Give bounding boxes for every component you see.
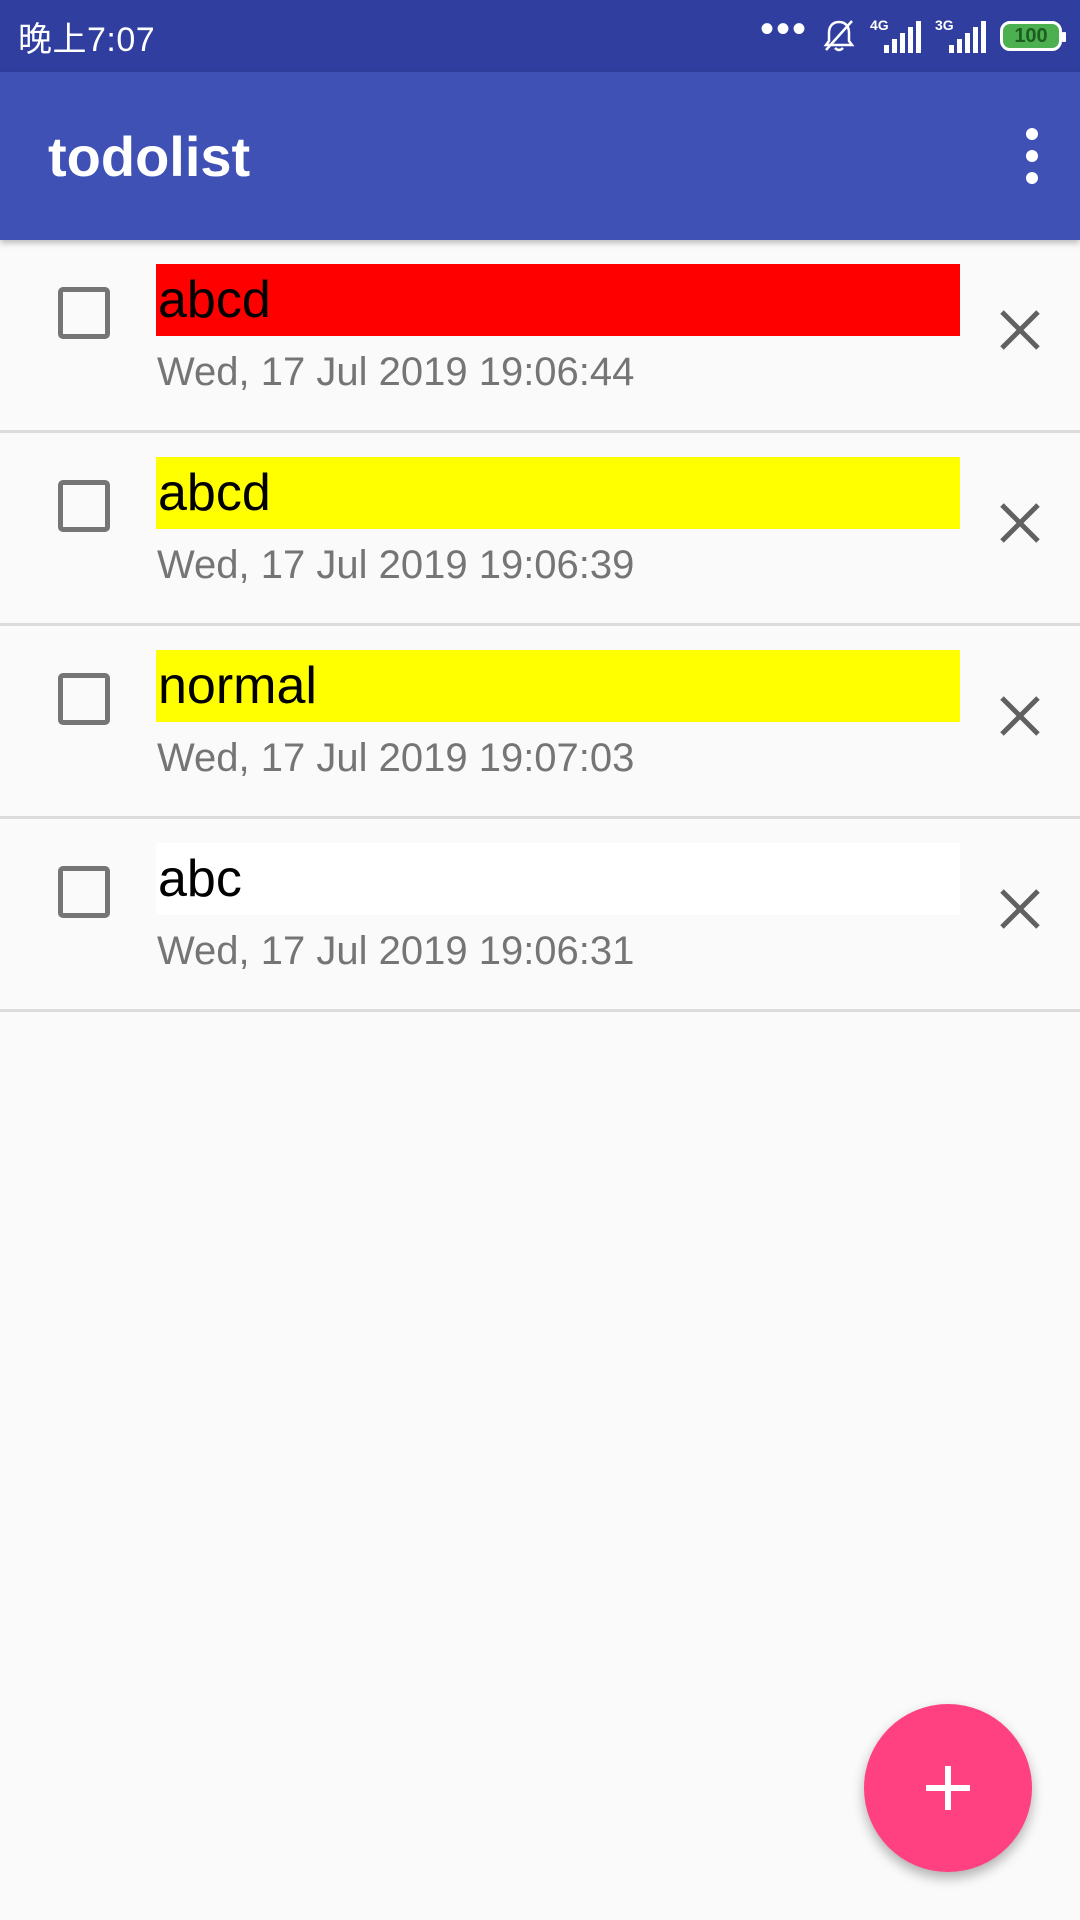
todo-title-text: normal	[158, 657, 317, 715]
signal-4g-label: 4G	[870, 17, 889, 33]
battery-icon: 100	[1000, 21, 1066, 51]
more-dots-icon: •••	[759, 7, 808, 51]
todo-title[interactable]: abc	[156, 843, 960, 915]
close-icon[interactable]	[990, 493, 1050, 553]
close-icon[interactable]	[990, 300, 1050, 360]
status-time: 晚上7:07	[18, 20, 156, 59]
signal-3g-label: 3G	[935, 17, 954, 33]
signal-3g-icon: 3G	[935, 17, 986, 53]
app-title: todolist	[48, 124, 251, 188]
todo-date: Wed, 17 Jul 2019 19:06:31	[157, 929, 635, 973]
plus-icon	[926, 1766, 970, 1810]
status-icons: ••• 4G 3G 100	[760, 9, 1066, 54]
close-icon[interactable]	[990, 686, 1050, 746]
todo-date: Wed, 17 Jul 2019 19:07:03	[157, 736, 635, 780]
close-icon[interactable]	[990, 879, 1050, 939]
signal-4g-icon: 4G	[870, 17, 921, 53]
todo-item[interactable]: abc Wed, 17 Jul 2019 19:06:31	[0, 819, 1080, 1012]
todo-checkbox[interactable]	[58, 480, 110, 532]
todo-title-text: abcd	[158, 271, 271, 329]
app-bar: todolist	[0, 72, 1080, 240]
todo-checkbox[interactable]	[58, 673, 110, 725]
status-bar: 晚上7:07 ••• 4G 3G 100	[0, 0, 1080, 72]
todo-title[interactable]: abcd	[156, 457, 960, 529]
todo-checkbox[interactable]	[58, 287, 110, 339]
todo-title[interactable]: normal	[156, 650, 960, 722]
todo-title[interactable]: abcd	[156, 264, 960, 336]
todo-date: Wed, 17 Jul 2019 19:06:39	[157, 543, 635, 587]
todo-title-text: abc	[158, 850, 242, 908]
todo-item[interactable]: normal Wed, 17 Jul 2019 19:07:03	[0, 626, 1080, 819]
todo-date: Wed, 17 Jul 2019 19:06:44	[157, 350, 635, 394]
todo-item[interactable]: abcd Wed, 17 Jul 2019 19:06:39	[0, 433, 1080, 626]
add-todo-button[interactable]	[864, 1704, 1032, 1872]
more-vert-icon[interactable]	[1012, 116, 1052, 196]
todo-title-text: abcd	[158, 464, 271, 522]
todo-checkbox[interactable]	[58, 866, 110, 918]
bell-off-icon	[823, 20, 855, 52]
todo-item[interactable]: abcd Wed, 17 Jul 2019 19:06:44	[0, 240, 1080, 433]
todo-list: abcd Wed, 17 Jul 2019 19:06:44 abcd Wed,…	[0, 240, 1080, 1012]
battery-level: 100	[1014, 24, 1048, 47]
